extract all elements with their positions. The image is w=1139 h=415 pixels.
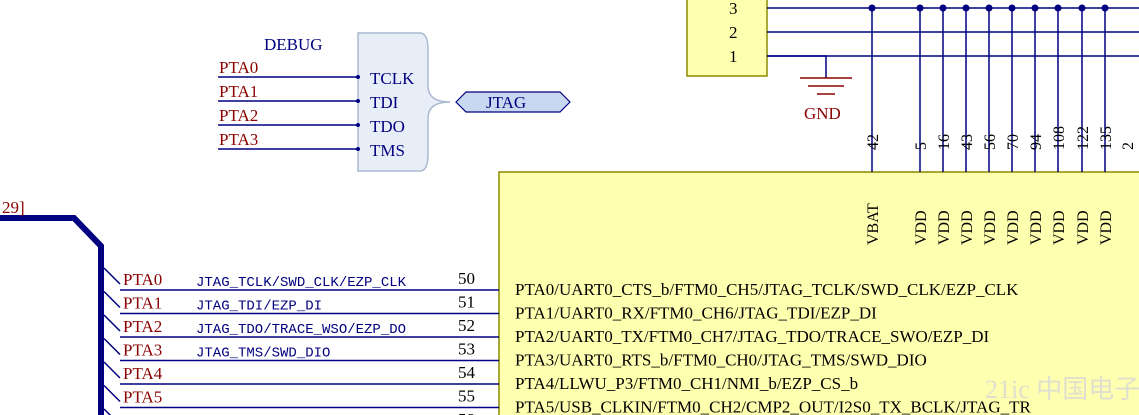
bus-entry (103, 384, 121, 403)
top-pin-name: VDD (1005, 210, 1022, 245)
watermark: 21ic 中国电子网 (985, 375, 1139, 404)
mcu-chip[interactable]: 42 VBAT 5 VDD 16 VDD 43 VDD 56 VDD 70 VDD 94 VDD 108 VD… (120, 4, 1139, 415)
left-pin-num-53: 53 (458, 340, 475, 359)
left-pin-name: PTA1/UART0_RX/FTM0_CH6/JTAG_TDI/EZP_DI (515, 304, 877, 323)
harness-entry-tclk: TCLK (370, 69, 415, 88)
top-pin-num-70: 70 (1005, 134, 1022, 150)
gnd-label: GND (804, 104, 841, 123)
junction-dot (939, 4, 947, 12)
junction-dot (916, 4, 924, 12)
top-pin-num-135: 135 (1098, 126, 1115, 150)
bus: 29] (0, 198, 121, 415)
net-label-pta6: PTA6 (123, 411, 162, 415)
top-pin-num-16: 16 (936, 134, 953, 150)
top-pin-name: VDD (936, 210, 953, 245)
bus-entry (103, 267, 121, 285)
top-pin-num-43: 43 (959, 134, 976, 150)
junction-dot (1101, 4, 1109, 12)
connector-pin-2: 2 (729, 23, 738, 42)
jtag-port-label: JTAG (486, 93, 526, 112)
left-pin-name: PTA0/UART0_CTS_b/FTM0_CH5/JTAG_TCLK/SWD_… (515, 280, 1019, 299)
left-pin-num-55: 55 (458, 387, 475, 406)
left-pin-num-51: 51 (458, 293, 475, 312)
top-pin-num-108: 108 (1051, 126, 1068, 150)
top-pin-name: VDD (913, 210, 930, 245)
left-pin-num-58: 58 (458, 410, 475, 415)
bus-label: 29] (2, 198, 25, 217)
net-label-pta3: PTA3 (123, 341, 162, 360)
top-pin-num-42: 42 (865, 134, 882, 150)
left-pin-name: PTA5/USB_CLKIN/FTM0_CH2/CMP2_OUT/I2S0_TX… (515, 398, 1031, 415)
top-pin-num-56: 56 (982, 134, 999, 150)
gnd-symbol: GND (767, 55, 852, 123)
junction-dot (868, 4, 876, 12)
connector-pin-3: 3 (729, 0, 738, 18)
net-label-pta0: PTA0 (123, 270, 162, 289)
left-pin-num-54: 54 (458, 363, 476, 382)
chip-top-pin-extra: 2 (1120, 142, 1137, 150)
harness-entry-tdo: TDO (370, 117, 405, 136)
top-pin-name: VBAT (865, 203, 882, 245)
left-pin-name: PTA3/UART0_RTS_b/FTM0_CH0/JTAG_TMS/SWD_D… (515, 351, 927, 370)
net-label-pta1: PTA1 (123, 294, 162, 313)
connector-body (686, 0, 768, 77)
net-label-pta0: PTA0 (219, 58, 258, 77)
net-label-pta5: PTA5 (123, 388, 162, 407)
junction-dot (985, 4, 993, 12)
harness-title: DEBUG (264, 35, 323, 54)
top-pin-name: VDD (1098, 210, 1115, 245)
bus-entry (103, 314, 121, 332)
left-pin-name: PTA2/UART0_TX/FTM0_CH7/JTAG_TDO/TRACE_SW… (515, 327, 989, 346)
net-label-pta3: PTA3 (219, 130, 258, 149)
top-pin-name: VDD (1051, 210, 1068, 245)
pin-comment: JTAG_TMS/SWD_DIO (196, 346, 330, 362)
debug-harness[interactable]: DEBUG TCLK TDI TDO TMS PTA0 PTA1 PTA2 PTA3 JTA… (218, 32, 571, 172)
connector[interactable]: 3 2 1 (686, 0, 1139, 77)
pin-comment: JTAG_TDI/EZP_DI (196, 299, 322, 315)
top-pin-name: VDD (1028, 210, 1045, 245)
pin-comment: JTAG_TDO/TRACE_WSO/EZP_DO (196, 322, 406, 338)
junction-dot (1054, 4, 1062, 12)
harness-entry-tdi: TDI (370, 93, 399, 112)
bus-entry (103, 290, 121, 309)
top-pin-num-94: 94 (1028, 134, 1045, 150)
top-pin-name: VDD (1075, 210, 1092, 245)
schematic-canvas: DEBUG TCLK TDI TDO TMS PTA0 PTA1 PTA2 PTA3 JTA… (0, 0, 1139, 415)
pin-comment: JTAG_TCLK/SWD_CLK/EZP_CLK (196, 275, 407, 291)
net-label-pta1: PTA1 (219, 82, 258, 101)
bus-entry (103, 337, 121, 356)
net-label-pta2: PTA2 (219, 106, 258, 125)
left-pin-name: PTA4/LLWU_P3/FTM0_CH1/NMI_b/EZP_CS_b (515, 374, 858, 393)
top-pin-num-122: 122 (1075, 126, 1092, 150)
bus-entry (103, 361, 121, 379)
junction-dot (1008, 4, 1016, 12)
connector-pin-1: 1 (729, 47, 738, 66)
junction-dot (1031, 4, 1039, 12)
net-label-pta4: PTA4 (123, 364, 163, 383)
net-label-pta2: PTA2 (123, 317, 162, 336)
harness-entry-tms: TMS (370, 141, 405, 160)
top-pin-name: VDD (982, 210, 999, 245)
top-pin-name: VDD (959, 210, 976, 245)
bus-entry (103, 408, 112, 415)
left-pin-num-52: 52 (458, 316, 475, 335)
junction-dot (1078, 4, 1086, 12)
left-pin-num-50: 50 (458, 269, 475, 288)
top-pin-num-5: 5 (913, 142, 930, 150)
junction-dot (962, 4, 970, 12)
